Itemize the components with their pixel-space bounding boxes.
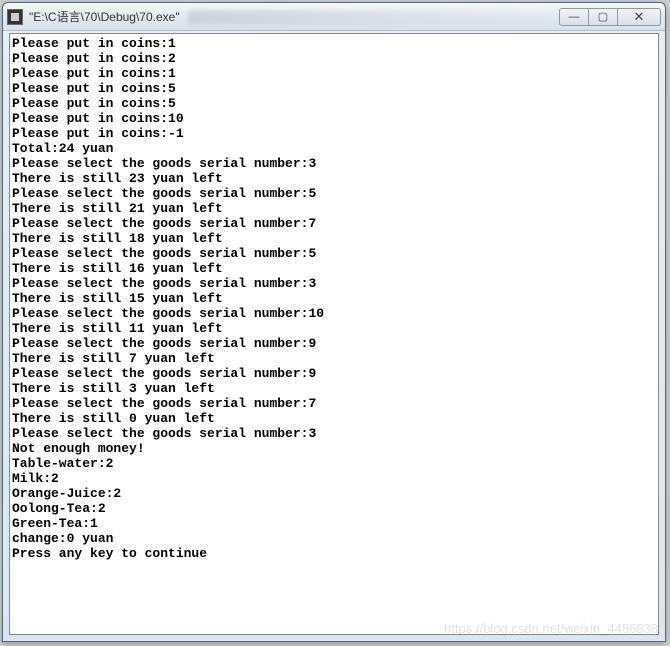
- minimize-icon: —: [569, 11, 580, 23]
- close-icon: ✕: [634, 9, 645, 25]
- titlebar[interactable]: "E:\C语言\70\Debug\70.exe" — ▢ ✕: [3, 3, 665, 31]
- console-output: Please put in coins:1 Please put in coin…: [10, 34, 658, 563]
- app-window: "E:\C语言\70\Debug\70.exe" — ▢ ✕ Please pu…: [2, 2, 666, 642]
- app-icon: [7, 9, 23, 25]
- maximize-icon: ▢: [598, 10, 608, 23]
- maximize-button[interactable]: ▢: [588, 8, 618, 26]
- minimize-button[interactable]: —: [559, 8, 589, 26]
- console-content-area[interactable]: Please put in coins:1 Please put in coin…: [9, 33, 659, 635]
- window-controls: — ▢ ✕: [560, 8, 661, 26]
- window-title: "E:\C语言\70\Debug\70.exe": [29, 8, 180, 25]
- title-blur-area: [188, 10, 560, 24]
- close-button[interactable]: ✕: [617, 8, 661, 26]
